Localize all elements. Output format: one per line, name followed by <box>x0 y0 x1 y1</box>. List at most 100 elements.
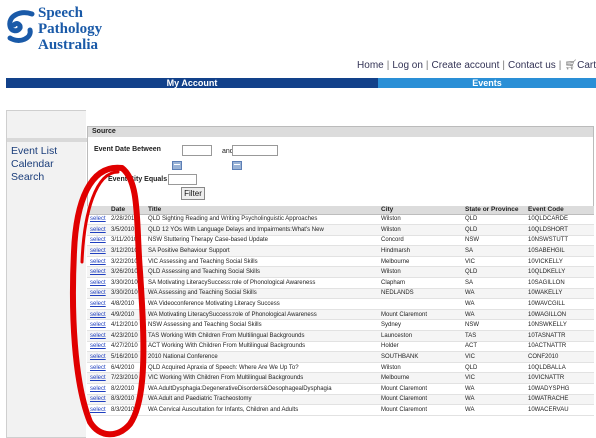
state-cell: TAS <box>462 330 525 342</box>
filter-button[interactable]: Filter <box>181 187 205 200</box>
city-cell: Launceston <box>378 330 462 342</box>
select-link[interactable]: select <box>90 227 106 233</box>
log-on-link[interactable]: Log on <box>392 60 423 71</box>
title-cell: QLD Sighting Reading and Writing Psychol… <box>145 214 378 226</box>
city-cell: Wilston <box>378 224 462 236</box>
select-cell: select <box>87 330 108 342</box>
events-table: Date Title City State or Province Event … <box>87 206 594 416</box>
title-cell: VIC Assessing and Teaching Social Skills <box>145 256 378 268</box>
event-code-cell: 10TASNATTR <box>525 330 594 342</box>
date-from-input[interactable] <box>182 145 212 156</box>
cart-link[interactable]: Cart <box>577 60 596 71</box>
select-link[interactable]: select <box>90 216 106 222</box>
select-cell: select <box>87 277 108 289</box>
city-cell: Melbourne <box>378 372 462 384</box>
event-code-cell: 10QLDBALLA <box>525 362 594 374</box>
state-cell: WA <box>462 404 525 416</box>
city-cell: Melbourne <box>378 256 462 268</box>
select-cell: select <box>87 288 108 300</box>
date-cell: 3/11/2010 <box>108 235 145 247</box>
state-cell: VIC <box>462 372 525 384</box>
table-row: select 4/8/2010 WA Videoconference Motivat… <box>87 298 594 310</box>
date-cell: 8/2/2010 <box>108 383 145 395</box>
select-link[interactable]: select <box>90 237 106 243</box>
event-code-cell: 10NSWKELLY <box>525 319 594 332</box>
state-cell: QLD <box>462 362 525 374</box>
city-cell: Mount Claremont <box>378 404 462 416</box>
main-nav: My Account Events <box>6 78 596 88</box>
nav-events[interactable]: Events <box>378 78 596 88</box>
select-link[interactable]: select <box>90 375 106 381</box>
calendar-icon[interactable] <box>232 161 242 170</box>
state-cell: WA <box>462 394 525 406</box>
sidebar-item-event-list[interactable]: Event List <box>11 145 57 158</box>
state-cell: NSW <box>462 319 525 332</box>
brand-line-1: Speech <box>38 5 83 21</box>
select-link[interactable]: select <box>90 290 106 296</box>
sidebar-divider <box>7 138 87 142</box>
title-cell: ACT Working With Children From Multiling… <box>145 341 378 353</box>
state-cell: VIC <box>462 351 525 363</box>
select-link[interactable]: select <box>90 312 106 318</box>
state-cell: SA <box>462 245 525 257</box>
city-cell <box>378 298 462 310</box>
table-row: select 3/30/2010 WA Assessing and Teaching… <box>87 288 594 300</box>
table-row: select 7/23/2010 VIC Working With Children… <box>87 372 594 384</box>
select-link[interactable]: select <box>90 396 106 402</box>
select-link[interactable]: select <box>90 259 106 265</box>
event-code-cell: 10SABEHGIL <box>525 245 594 257</box>
city-cell: Concord <box>378 235 462 247</box>
select-cell: select <box>87 394 108 406</box>
select-link[interactable]: select <box>90 407 106 413</box>
date-cell: 3/30/2010 <box>108 288 145 300</box>
table-row: select 8/2/2010 WA AdultDysphagia:Degenera… <box>87 383 594 395</box>
select-link[interactable]: select <box>90 301 106 307</box>
city-cell: Wilston <box>378 266 462 279</box>
table-row: select 4/23/2010 TAS Working With Children… <box>87 330 594 342</box>
event-code-cell: 10QLDKELLY <box>525 266 594 279</box>
contact-us-link[interactable]: Contact us <box>508 60 556 71</box>
sidebar-item-search[interactable]: Search <box>11 171 57 184</box>
create-account-link[interactable]: Create account <box>432 60 500 71</box>
select-link[interactable]: select <box>90 343 106 349</box>
title-cell: WA AdultDysphagia:DegenerativeDisorders&… <box>145 383 378 395</box>
city-cell: Mount Claremont <box>378 383 462 395</box>
table-row: select 3/30/2010 SA Motivating LiteracySuc… <box>87 277 594 289</box>
date-cell: 5/16/2010 <box>108 351 145 363</box>
date-cell: 3/30/2010 <box>108 277 145 289</box>
column-header-title: Title <box>145 206 378 215</box>
title-cell: VIC Working With Children From Multiling… <box>145 372 378 384</box>
city-label: Event City Equals <box>108 176 168 183</box>
date-to-input[interactable] <box>232 145 278 156</box>
home-link[interactable]: Home <box>357 60 384 71</box>
table-row: select 3/22/2010 VIC Assessing and Teachin… <box>87 256 594 268</box>
filter-section-label: Source <box>88 127 593 137</box>
select-link[interactable]: select <box>90 365 106 371</box>
select-link[interactable]: select <box>90 333 106 339</box>
title-cell: TAS Working With Children From Multiling… <box>145 330 378 342</box>
city-cell: Clapham <box>378 277 462 289</box>
nav-my-account[interactable]: My Account <box>6 78 378 88</box>
column-header-date: Date <box>108 206 145 215</box>
select-cell: select <box>87 372 108 384</box>
title-cell: QLD Assessing and Teaching Social Skills <box>145 266 378 279</box>
state-cell: WA <box>462 288 525 300</box>
select-link[interactable]: select <box>90 248 106 254</box>
select-link[interactable]: select <box>90 354 106 360</box>
event-code-cell: 10SAGILLON <box>525 277 594 289</box>
city-cell: Mount Claremont <box>378 394 462 406</box>
sidebar-item-calendar[interactable]: Calendar <box>11 158 57 171</box>
event-code-cell: 10WAKELLY <box>525 288 594 300</box>
table-row: select 8/3/2010 WA Adult and Paediatric Tr… <box>87 394 594 406</box>
city-input[interactable] <box>168 174 197 185</box>
title-cell: NSW Assessing and Teaching Social Skills <box>145 319 378 332</box>
select-link[interactable]: select <box>90 269 106 275</box>
city-cell: Hindmarsh <box>378 245 462 257</box>
select-link[interactable]: select <box>90 280 106 286</box>
select-link[interactable]: select <box>90 386 106 392</box>
select-link[interactable]: select <box>90 322 106 328</box>
brand-logo[interactable]: Speech Pathology Australia <box>6 2 166 58</box>
select-cell: select <box>87 362 108 374</box>
calendar-icon[interactable] <box>172 161 182 170</box>
table-row: select 3/26/2010 QLD Assessing and Teachin… <box>87 266 594 279</box>
